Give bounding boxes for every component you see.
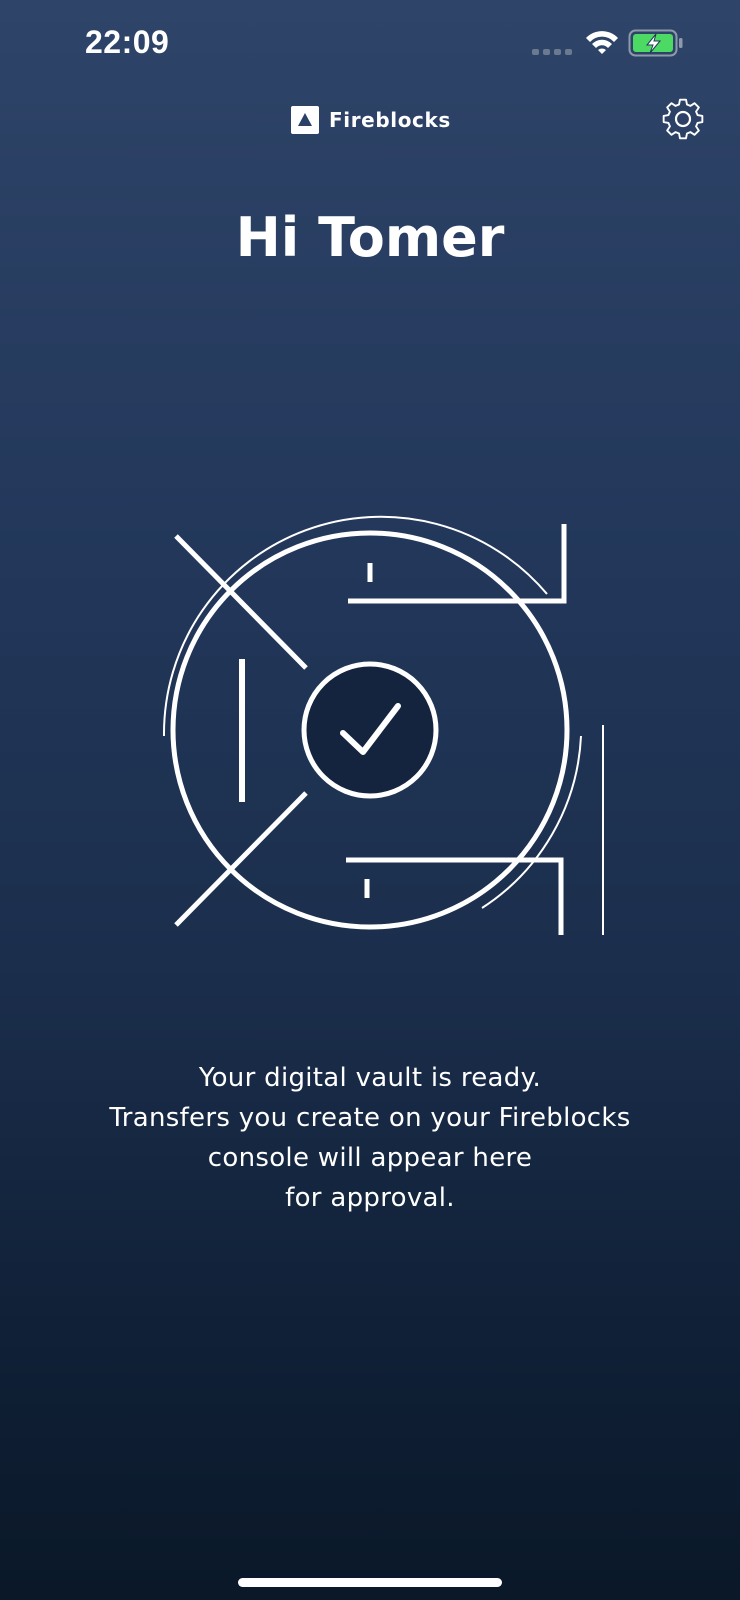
message-line: Transfers you create on your Fireblocks [109, 1103, 631, 1133]
brand-name: Fireblocks [329, 108, 451, 132]
wifi-icon [586, 31, 618, 54]
battery-charging-icon [628, 29, 683, 57]
vault-ready-message: Your digital vault is ready. Transfers y… [40, 1058, 700, 1218]
home-screen: 22:09 Fireblocks Hi Tomer Your digital v… [0, 0, 740, 1600]
status-time: 22:09 [85, 24, 170, 60]
greeting-title: Hi Tomer [235, 206, 505, 269]
message-line: console will appear here [207, 1143, 533, 1173]
vault-check-icon [162, 515, 604, 935]
gear-icon [662, 98, 704, 140]
settings-button[interactable] [660, 96, 706, 142]
home-indicator[interactable] [238, 1578, 502, 1587]
vault-illustration [150, 515, 610, 935]
fireblocks-logo-icon [291, 106, 319, 134]
message-line: for approval. [285, 1183, 455, 1213]
cellular-signal-icon [532, 49, 572, 55]
brand: Fireblocks [291, 106, 451, 134]
message-line: Your digital vault is ready. [198, 1063, 542, 1093]
